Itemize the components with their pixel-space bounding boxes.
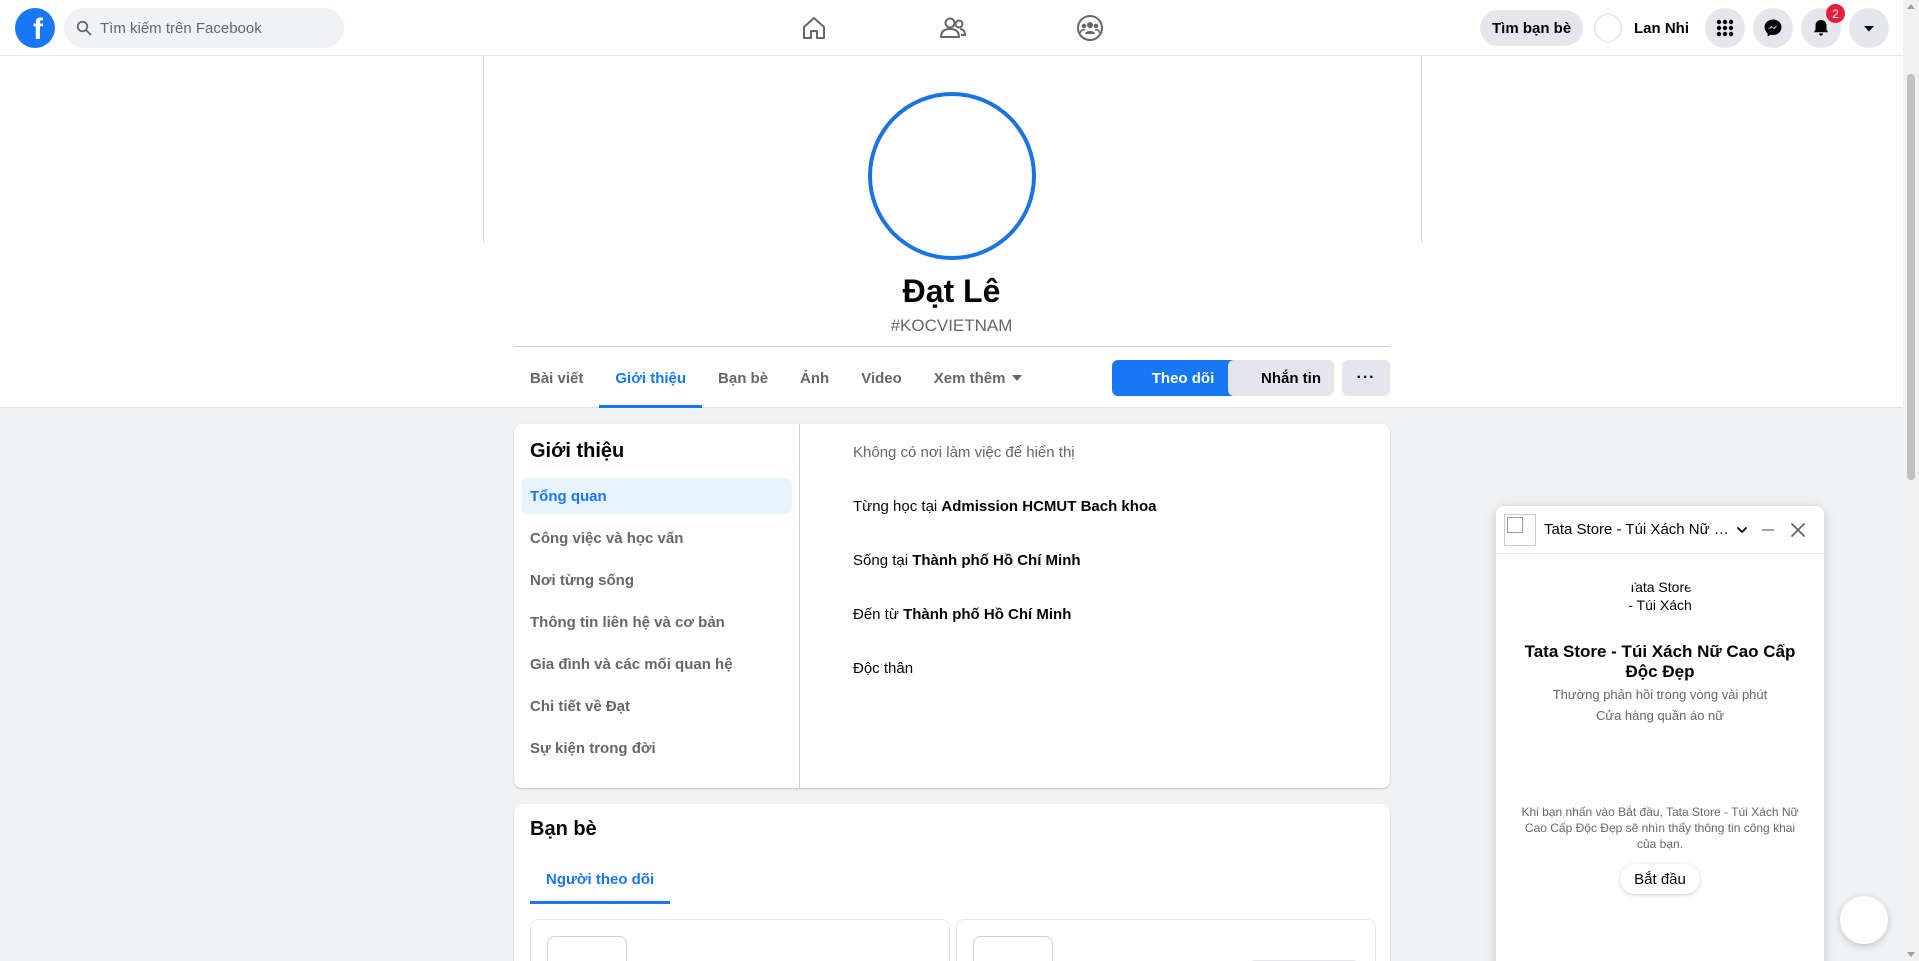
- tab-videos[interactable]: Video: [845, 348, 918, 408]
- search-box[interactable]: [64, 8, 344, 48]
- friends-icon: [940, 17, 967, 38]
- bell-icon: [1813, 20, 1829, 36]
- no-workplace-text: Không có nơi làm việc để hiển thị: [853, 444, 1075, 461]
- tab-posts[interactable]: Bài viết: [514, 348, 599, 408]
- profile-tabs: Bài viết Giới thiệu Bạn bè Ảnh Video Xem…: [514, 348, 1038, 408]
- chat-privacy-note: Khi bạn nhấn vào Bắt đầu, Tata Store - T…: [1521, 805, 1799, 851]
- scroll-up-arrow-icon[interactable]: [1907, 4, 1915, 9]
- top-navbar: f Tìm bạn bè Lan Nhi 2: [0, 0, 1903, 56]
- about-sidebar: Giới thiệu Tổng quan Công việc và học vấ…: [514, 424, 800, 788]
- tab-about[interactable]: Giới thiệu: [599, 348, 702, 408]
- menu-button[interactable]: [1705, 8, 1745, 48]
- friends-title: Bạn bè: [530, 818, 597, 840]
- hometown-item: Đến từ Thành phố Hồ Chí Minh: [853, 606, 1072, 623]
- nav-groups[interactable]: [1072, 10, 1108, 46]
- tab-friends[interactable]: Bạn bè: [702, 348, 784, 408]
- about-menu-contact-basic[interactable]: Thông tin liên hệ và cơ bản: [522, 604, 792, 640]
- profile-tagline: #KOCVIETNAM: [890, 316, 1013, 335]
- follower-thumbnail: [547, 936, 627, 961]
- relationship-status: Độc thân: [853, 660, 914, 677]
- user-avatar: [1594, 14, 1622, 42]
- home-icon: [803, 17, 825, 39]
- chat-header[interactable]: Tata Store - Túi Xách Nữ Cao Cấp Độc Đẹp: [1496, 506, 1824, 554]
- messenger-icon: [1764, 19, 1782, 37]
- about-menu-life-events[interactable]: Sự kiện trong đời: [522, 730, 792, 766]
- school-link[interactable]: Admission HCMUT Bach khoa: [941, 498, 1156, 515]
- about-menu-places-lived[interactable]: Nơi từng sống: [522, 562, 792, 598]
- caret-down-icon: [1864, 26, 1874, 32]
- scrollbar-thumb[interactable]: [1907, 74, 1915, 480]
- more-dots-icon: ···: [1356, 369, 1376, 386]
- about-menu-work-education[interactable]: Công việc và học vấn: [522, 520, 792, 556]
- friends-card: Bạn bè Người theo dõi: [514, 804, 1390, 961]
- chat-title[interactable]: Tata Store - Túi Xách Nữ Cao Cấp Độc Đẹp: [1544, 521, 1734, 538]
- close-chat-button[interactable]: [1786, 518, 1810, 542]
- page-scrollbar[interactable]: [1903, 0, 1919, 961]
- current-city-item: Sống tại Thành phố Hồ Chí Minh: [853, 552, 1081, 569]
- chevron-down-icon[interactable]: [1734, 522, 1750, 538]
- search-input[interactable]: [100, 19, 320, 37]
- tab-photos[interactable]: Ảnh: [784, 348, 845, 408]
- caret-down-icon: [1011, 375, 1022, 381]
- account-menu-button[interactable]: [1849, 8, 1889, 48]
- about-card: Giới thiệu Tổng quan Công việc và học vấ…: [514, 424, 1390, 788]
- minimize-icon: [1762, 529, 1774, 531]
- chat-page-category: Cửa hàng quần áo nữ: [1595, 708, 1724, 723]
- follower-thumbnail: [973, 936, 1053, 961]
- hometown-link[interactable]: Thành phố Hồ Chí Minh: [903, 606, 1071, 623]
- chat-page-avatar: Tata Store - Túi Xách: [1628, 579, 1692, 613]
- find-friends-button[interactable]: Tìm bạn bè: [1480, 10, 1584, 46]
- about-menu-family[interactable]: Gia đình và các mối quan hệ: [522, 646, 792, 682]
- education-item: Từng học tại Admission HCMUT Bach khoa: [853, 498, 1157, 515]
- follower-card[interactable]: [956, 919, 1376, 961]
- new-message-button[interactable]: [1840, 896, 1888, 944]
- user-name: Lan Nhi: [1634, 19, 1689, 37]
- close-icon: [1791, 523, 1805, 537]
- chat-page-name: Tata Store - Túi Xách Nữ Cao Cấp Độc Đẹp: [1524, 642, 1796, 681]
- notification-badge: 2: [1826, 4, 1845, 23]
- messenger-button[interactable]: [1753, 8, 1793, 48]
- profile-shortcut[interactable]: Lan Nhi: [1594, 10, 1701, 46]
- current-city-link[interactable]: Thành phố Hồ Chí Minh: [912, 552, 1080, 569]
- notifications-button[interactable]: 2: [1801, 4, 1845, 48]
- chat-start-button[interactable]: Bắt đầu: [1620, 864, 1700, 894]
- profile-divider: [514, 346, 1390, 347]
- facebook-logo[interactable]: f: [15, 8, 55, 48]
- chat-page-avatar-small: [1504, 514, 1536, 546]
- scroll-down-arrow-icon[interactable]: [1907, 952, 1915, 957]
- cover-edge-left: [483, 56, 484, 242]
- about-title: Giới thiệu: [530, 440, 625, 462]
- about-menu-details[interactable]: Chi tiết về Đạt: [522, 688, 792, 724]
- profile-header: Đạt Lê #KOCVIETNAM Bài viết Giới thiệu B…: [0, 56, 1903, 408]
- search-icon: [76, 20, 92, 36]
- tab-followers[interactable]: Người theo dõi: [530, 854, 671, 904]
- follower-card[interactable]: [530, 919, 950, 961]
- nav-friends[interactable]: [935, 10, 971, 46]
- more-options-button[interactable]: ···: [1342, 360, 1390, 396]
- nav-home[interactable]: [796, 10, 832, 46]
- profile-picture[interactable]: [868, 92, 1036, 260]
- grid-menu-icon: [1716, 19, 1734, 37]
- groups-icon: [1077, 15, 1103, 41]
- message-button[interactable]: Nhắn tin: [1228, 360, 1334, 396]
- chat-response-time: Thường phản hồi trong vòng vài phút: [1552, 687, 1768, 702]
- about-menu-overview[interactable]: Tổng quan: [522, 478, 792, 514]
- minimize-chat-button[interactable]: [1756, 518, 1780, 542]
- cover-edge-right: [1421, 56, 1422, 242]
- tab-more[interactable]: Xem thêm: [918, 348, 1038, 408]
- profile-name: Đạt Lê: [902, 273, 1001, 309]
- chat-window: Tata Store - Túi Xách Nữ Cao Cấp Độc Đẹp…: [1496, 506, 1824, 961]
